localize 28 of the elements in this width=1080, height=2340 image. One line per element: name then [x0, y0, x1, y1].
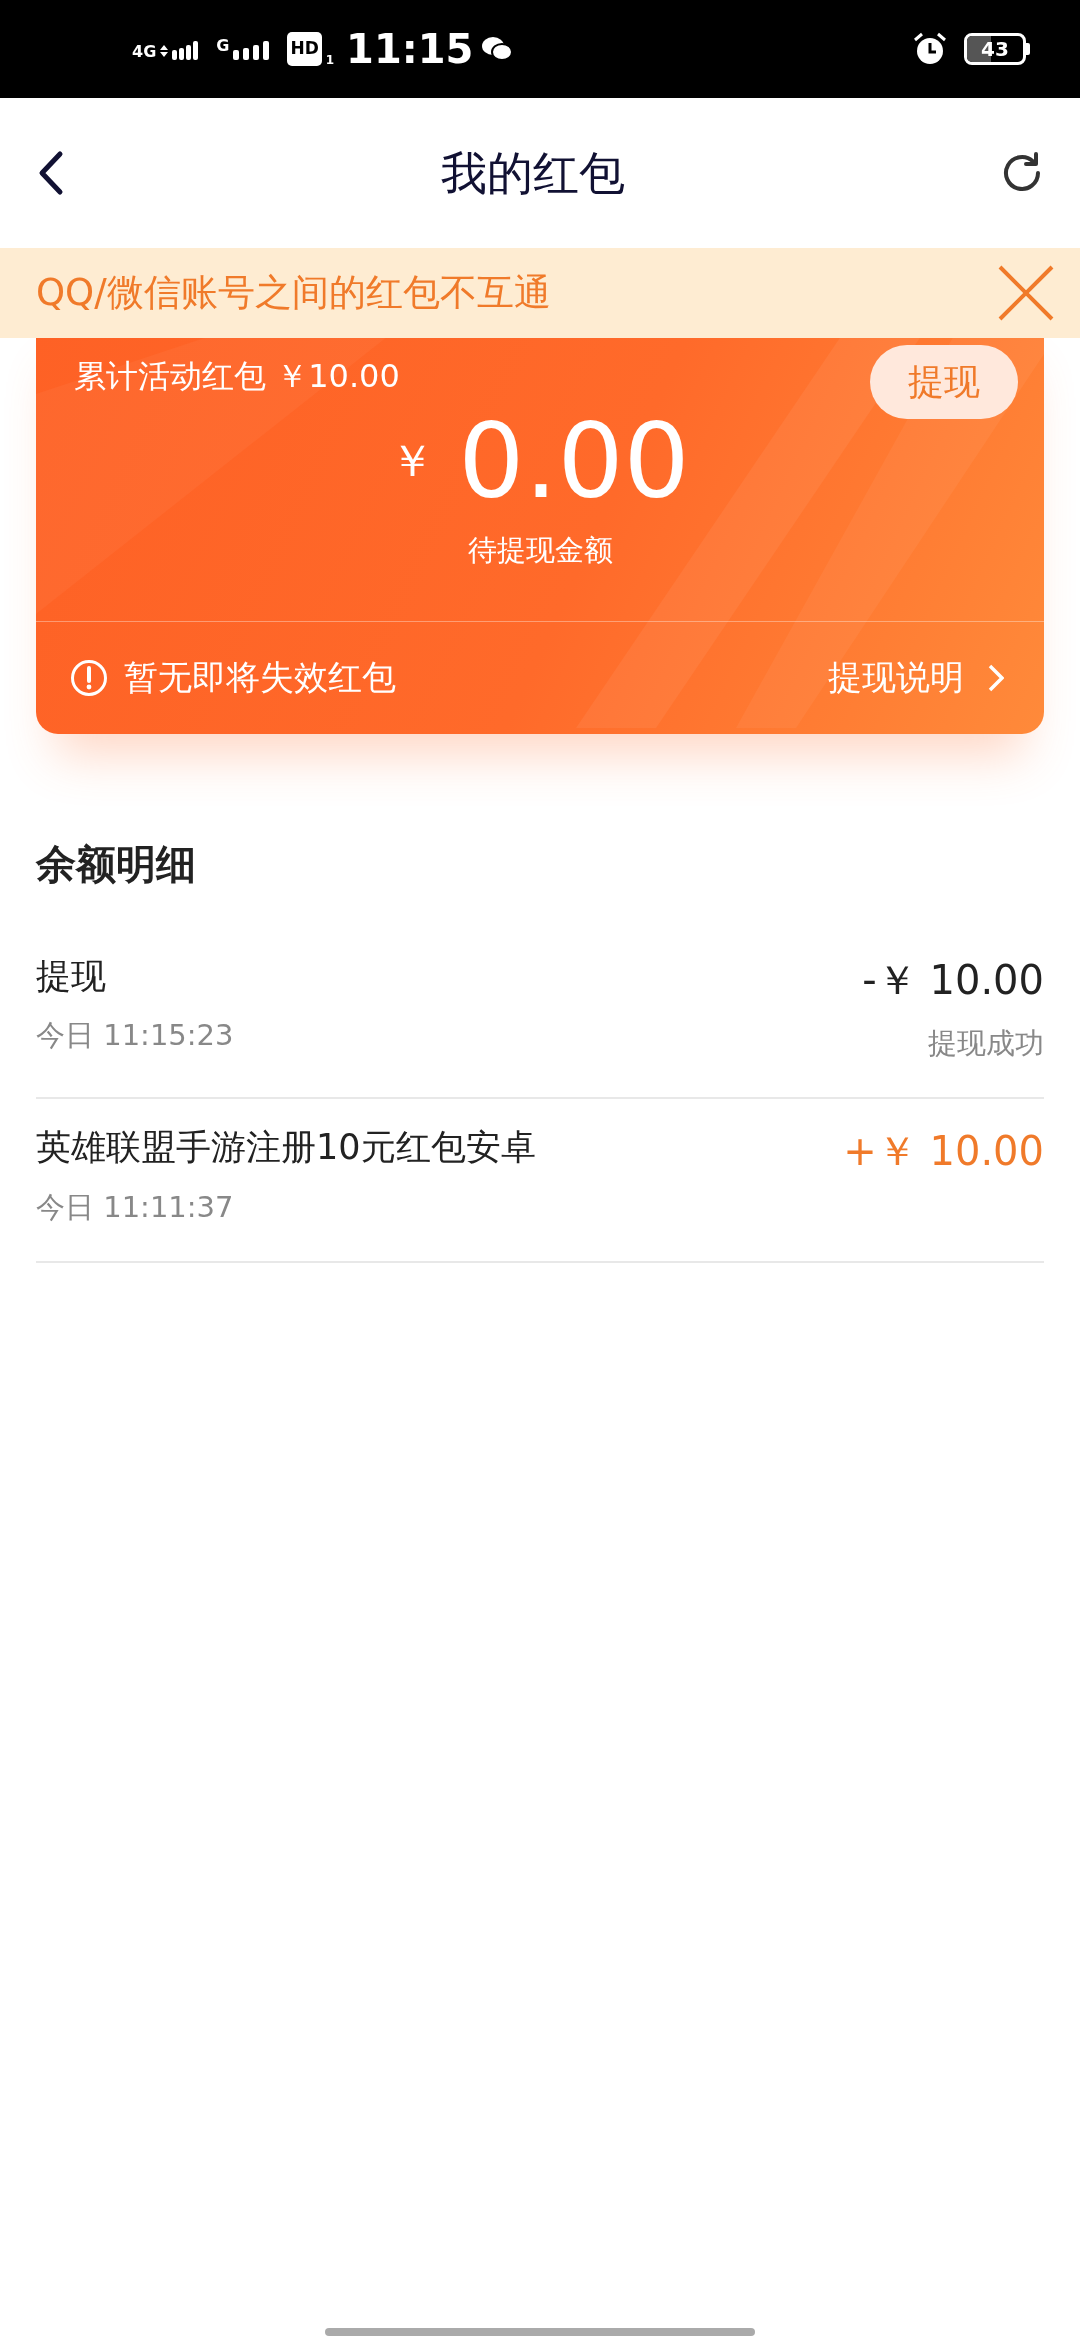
page-title: 我的红包 — [441, 144, 625, 202]
expiry-notice: 暂无即将失效红包 — [124, 656, 396, 699]
chevron-icon — [988, 663, 1004, 692]
clock-time: 11:15 — [346, 25, 474, 74]
withdraw-button[interactable]: 提现 — [870, 345, 1018, 419]
transaction-title: 英雄联盟手游注册10元红包安卓 — [36, 1126, 536, 1169]
currency-symbol: ￥ — [390, 434, 435, 488]
network-type: G — [216, 38, 230, 54]
balance-label: 待提现金额 — [467, 533, 613, 567]
hd-badge: HD — [287, 32, 322, 66]
network-type: 4G — [132, 44, 157, 60]
total-activity-amount: 累计活动红包 ￥10.00 — [74, 356, 400, 397]
battery-icon: 43 — [964, 33, 1026, 65]
notice-text: QQ/微信账号之间的红包不互通 — [36, 270, 551, 317]
transaction-status: 提现成功 — [928, 1024, 1044, 1062]
signal-icon — [160, 38, 201, 60]
section-title: 余额明细 — [36, 840, 196, 887]
alarm-icon — [912, 31, 948, 67]
transaction-time: 今日 11:15:23 — [36, 1017, 234, 1054]
signal-icon — [233, 38, 272, 60]
transaction-amount: +￥ 10.00 — [843, 1127, 1044, 1176]
hd-sub: 1 — [325, 53, 335, 66]
balance-amount: 0.00 — [458, 409, 690, 513]
info-icon — [70, 658, 108, 697]
transaction-title: 提现 — [36, 954, 107, 998]
transaction-amount: -￥ 10.00 — [862, 955, 1044, 1005]
withdraw-help-link[interactable]: 提现说明 — [828, 652, 1004, 703]
transaction-time: 今日 11:11:37 — [36, 1188, 235, 1226]
